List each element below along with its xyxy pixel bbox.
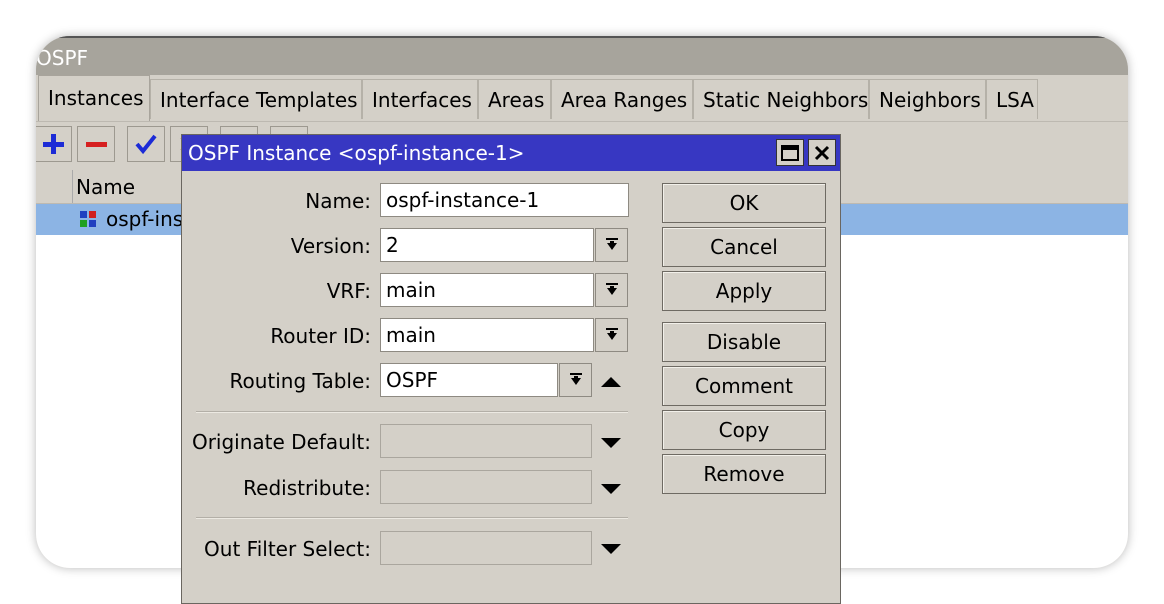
section-divider [196, 517, 628, 519]
redistribute-label: Redistribute: [243, 476, 371, 500]
out-filter-select-label: Out Filter Select: [204, 537, 371, 561]
checkmark-icon [135, 134, 157, 155]
tab-areas[interactable]: Areas [478, 79, 551, 119]
tab-area-ranges[interactable]: Area Ranges [551, 79, 693, 119]
expand-down-icon[interactable] [600, 483, 622, 495]
remove-button[interactable]: Remove [662, 454, 826, 494]
dropdown-arrow-icon [605, 238, 618, 250]
vrf-dropdown-button[interactable] [595, 273, 628, 307]
tab-interfaces[interactable]: Interfaces [362, 79, 478, 119]
ospf-instance-dialog: OSPF Instance <ospf-instance-1> Name: os… [181, 134, 841, 604]
column-header-name[interactable]: Name [76, 175, 135, 199]
dialog-title: OSPF Instance <ospf-instance-1> [188, 141, 525, 165]
add-button[interactable] [36, 126, 72, 162]
collapse-up-icon[interactable] [600, 375, 622, 389]
window-titlebar: OSPF [36, 36, 1128, 75]
router-id-dropdown-button[interactable] [595, 318, 628, 352]
originate-default-field[interactable] [380, 424, 592, 458]
header-selector [36, 170, 73, 203]
routing-table-label: Routing Table: [229, 369, 372, 393]
remove-icon [86, 142, 107, 147]
dropdown-arrow-icon [605, 328, 618, 340]
tab-neighbors[interactable]: Neighbors [869, 79, 986, 119]
maximize-button[interactable] [776, 139, 804, 166]
ok-button[interactable]: OK [662, 183, 826, 223]
tab-instances[interactable]: Instances [38, 75, 150, 121]
row-name: ospf-ins [106, 207, 184, 231]
disable-button[interactable]: Disable [662, 322, 826, 362]
add-icon [43, 134, 64, 154]
enable-button[interactable] [127, 126, 165, 162]
comment-button[interactable]: Comment [662, 366, 826, 406]
window-title: OSPF [36, 46, 89, 70]
tab-static-neighbors[interactable]: Static Neighbors [693, 79, 869, 119]
name-field[interactable]: ospf-instance-1 [380, 183, 629, 217]
close-icon [814, 145, 830, 160]
dialog-titlebar: OSPF Instance <ospf-instance-1> [182, 135, 840, 171]
dropdown-arrow-icon [605, 283, 618, 295]
tab-lsa[interactable]: LSA [986, 79, 1038, 119]
version-label: Version: [290, 234, 371, 258]
redistribute-field[interactable] [380, 470, 592, 504]
copy-button[interactable]: Copy [662, 410, 826, 450]
out-filter-select-field[interactable] [380, 531, 592, 565]
routing-table-dropdown-button[interactable] [559, 363, 592, 397]
router-id-field[interactable]: main [380, 318, 594, 352]
tab-bar: Instances Interface Templates Interfaces… [36, 75, 1128, 122]
dropdown-arrow-icon [569, 373, 582, 385]
version-dropdown-button[interactable] [595, 228, 628, 262]
routing-table-field[interactable]: OSPF [380, 363, 558, 397]
vrf-field[interactable]: main [380, 273, 594, 307]
apply-button[interactable]: Apply [662, 271, 826, 311]
expand-down-icon[interactable] [600, 543, 622, 555]
tab-interface-templates[interactable]: Interface Templates [150, 79, 362, 119]
vrf-label: VRF: [326, 279, 371, 303]
name-label: Name: [305, 189, 371, 213]
close-button[interactable] [808, 139, 836, 166]
originate-default-label: Originate Default: [191, 430, 371, 454]
cancel-button[interactable]: Cancel [662, 227, 826, 267]
maximize-icon [781, 144, 799, 161]
section-divider [196, 411, 628, 413]
expand-down-icon[interactable] [600, 437, 622, 449]
remove-button[interactable] [77, 126, 115, 162]
version-field[interactable]: 2 [380, 228, 594, 262]
instance-icon [80, 211, 96, 227]
router-id-label: Router ID: [270, 324, 371, 348]
